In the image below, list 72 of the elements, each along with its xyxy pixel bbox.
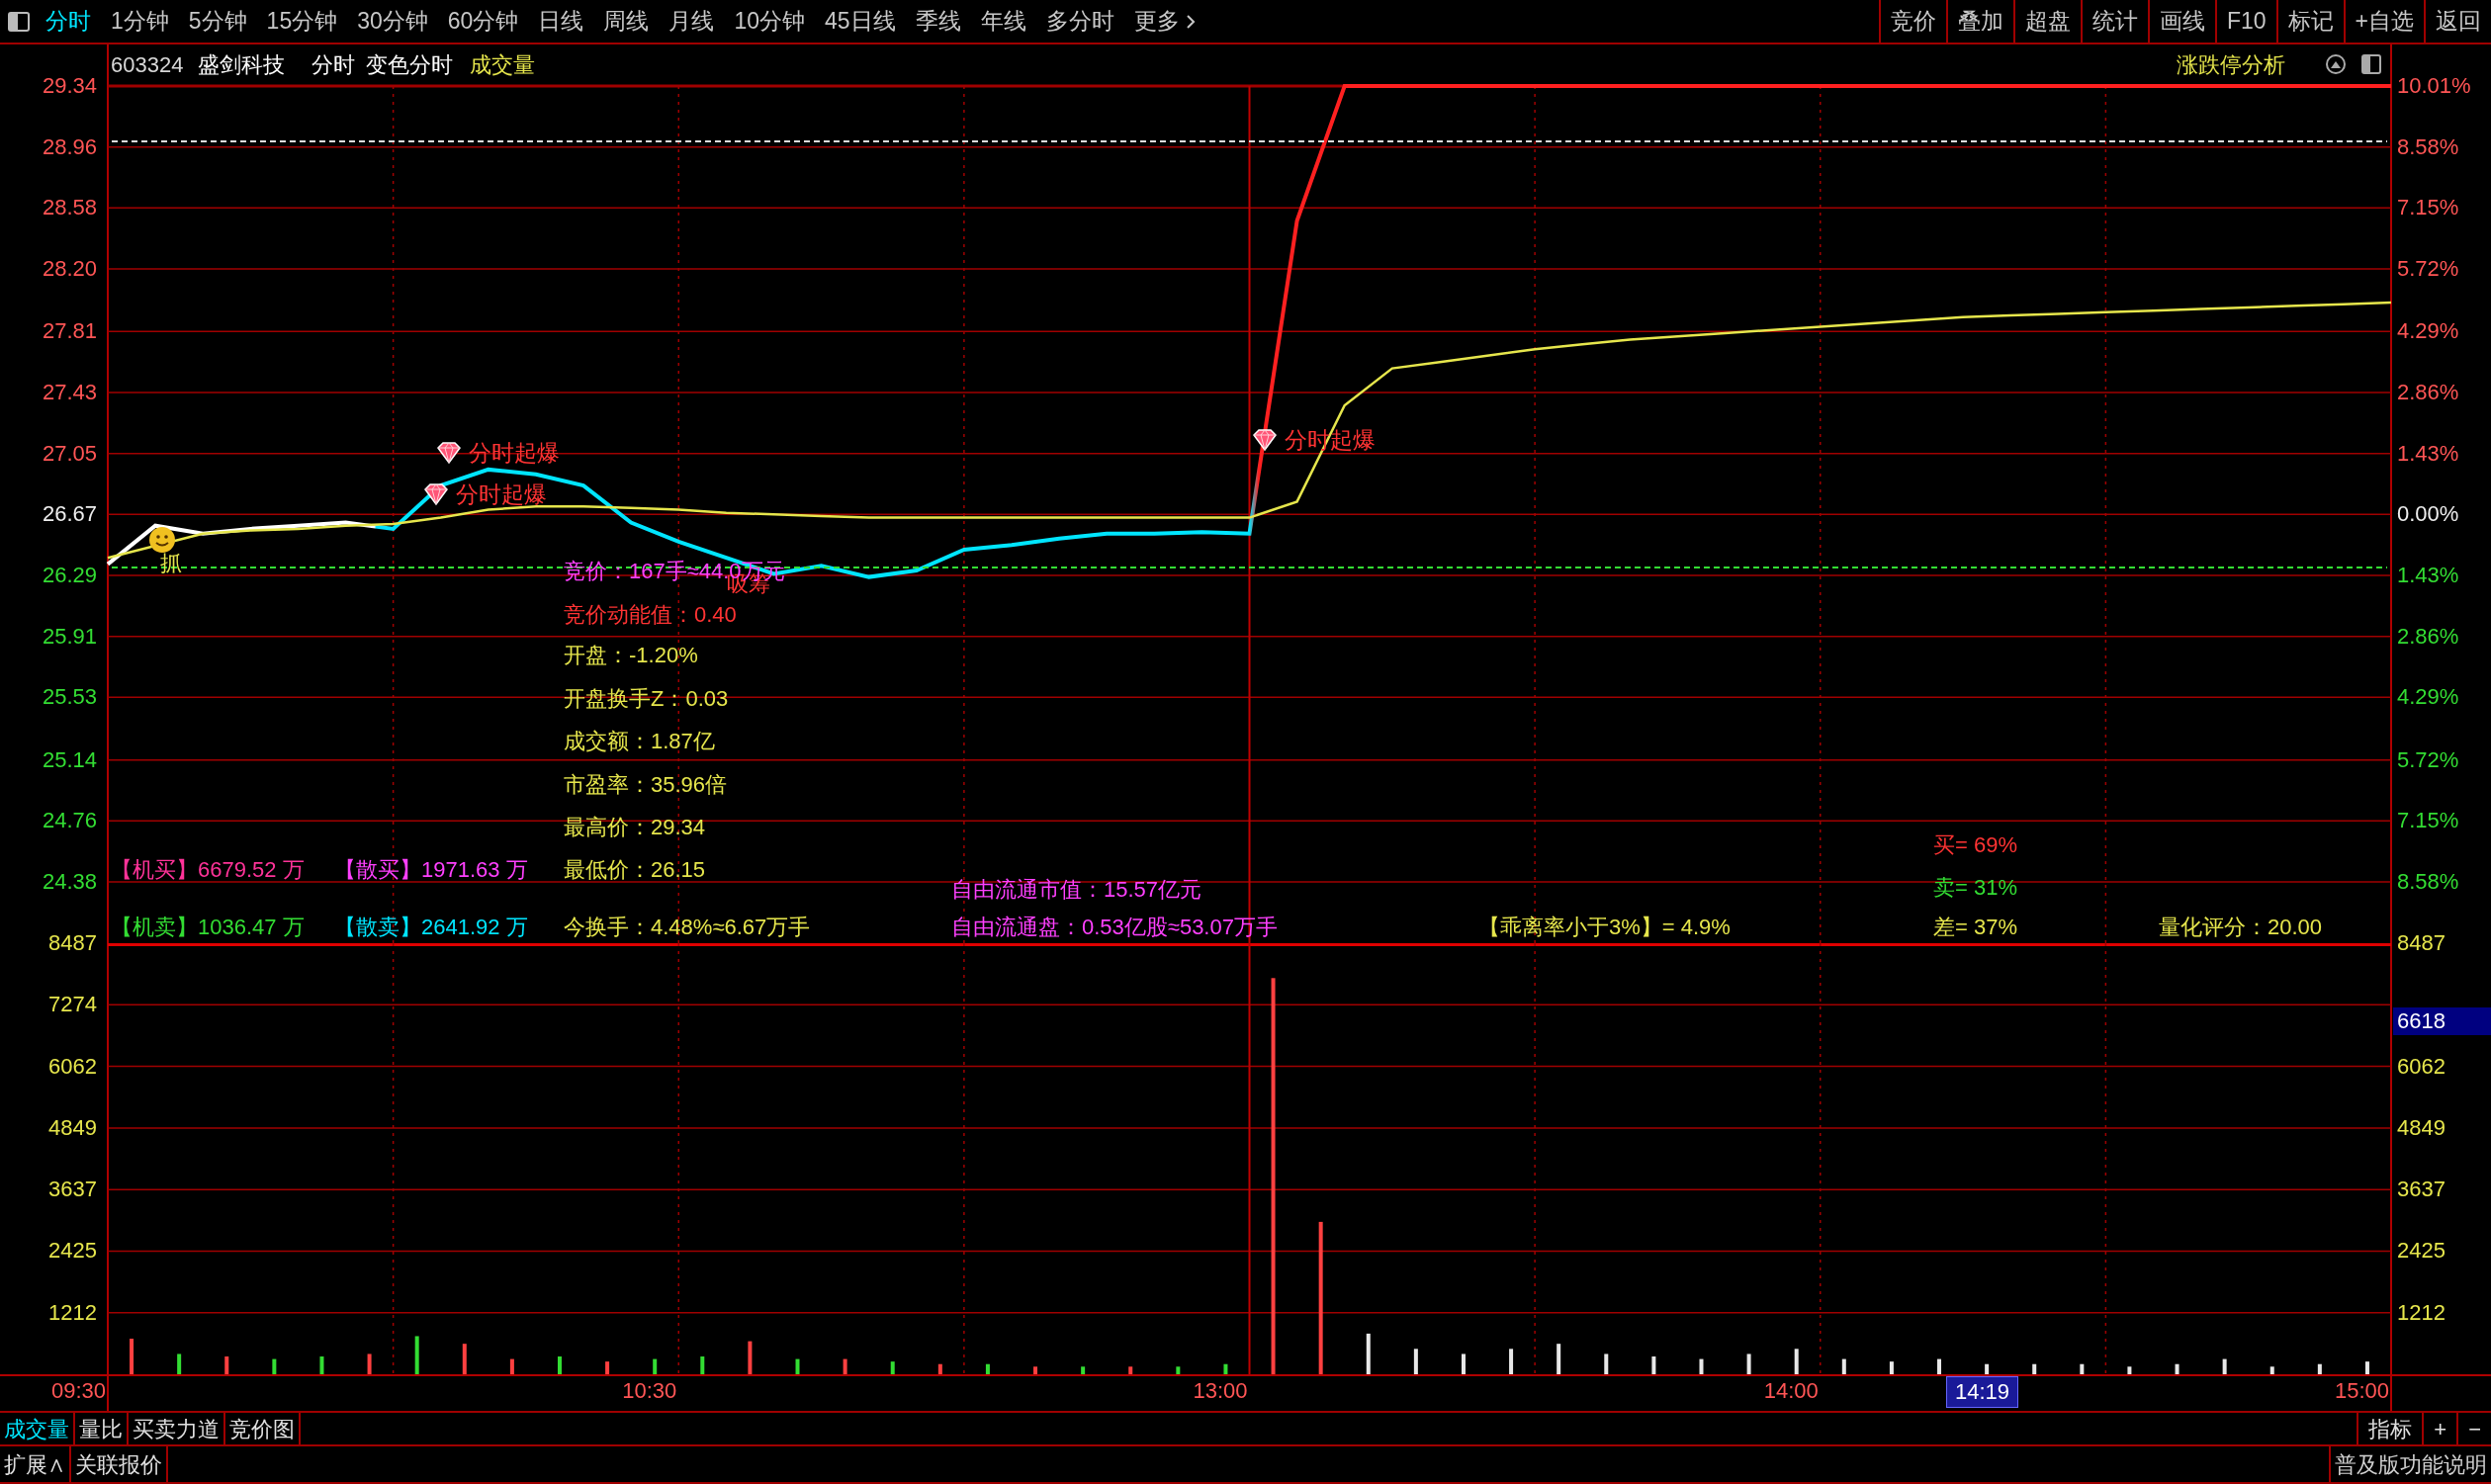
info-text: 成交额：1.87亿 (564, 730, 715, 753)
volume-axis-label: 8487 (2397, 931, 2446, 955)
percent-axis-label: 2.86% (2397, 381, 2459, 404)
price-axis-label: 28.20 (41, 257, 97, 281)
volume-axis-label: 4849 (2397, 1115, 2446, 1140)
price-axis-label: 27.05 (41, 441, 97, 466)
time-axis-label: 10:30 (621, 1377, 677, 1405)
ratio-text: 买= 69% (1933, 833, 2017, 857)
percent-axis-label: 5.72% (2397, 257, 2459, 281)
volume-axis-label: 1212 (47, 1300, 97, 1325)
deviation-text: 【乖离率小于3%】= 4.9% (1478, 916, 1731, 939)
percent-axis-label: 8.58% (2397, 870, 2459, 894)
volume-axis-label: 4849 (47, 1115, 97, 1140)
percent-axis-label: 0.00% (2397, 502, 2459, 527)
time-axis-label: 09:30 (49, 1377, 106, 1405)
float-text: 自由流通市值：15.57亿元 (951, 878, 1202, 902)
volume-axis-label: 2425 (2397, 1239, 2446, 1264)
cursor-time-label: 14:19 (1946, 1376, 2019, 1408)
info-text: 最低价：26.15 (564, 858, 706, 882)
score-text: 量化评分：20.00 (2159, 916, 2323, 939)
volume-axis-label: 6062 (2397, 1054, 2446, 1079)
volume-axis-label: 8487 (47, 931, 97, 955)
flow-text: 【机卖】1036.47 万 (111, 916, 305, 939)
price-axis-label: 24.76 (41, 809, 97, 833)
percent-axis-label: 8.58% (2397, 134, 2459, 159)
percent-axis-label: 4.29% (2397, 319, 2459, 344)
info-text: 最高价：29.34 (564, 816, 706, 839)
flow-text: 【机买】6679.52 万 (111, 858, 305, 882)
volume-axis-label: 2425 (47, 1239, 97, 1264)
indicator-label: 成交量 (470, 53, 535, 77)
info-text: 竞价动能值：0.40 (564, 603, 737, 627)
percent-axis-label: 2.86% (2397, 624, 2459, 649)
price-axis-label: 27.43 (41, 381, 97, 404)
volume-axis-label: 6062 (47, 1054, 97, 1079)
percent-axis-label: 10.01% (2397, 74, 2471, 98)
flow-text: 【散买】1971.63 万 (334, 858, 528, 882)
time-axis-label: 15:00 (2333, 1377, 2389, 1405)
price-axis-label: 26.29 (41, 564, 97, 587)
percent-axis-label: 5.72% (2397, 747, 2459, 772)
price-axis-label: 28.58 (41, 196, 97, 220)
stock-code: 603324 (111, 53, 184, 77)
percent-axis-label: 7.15% (2397, 809, 2459, 833)
percent-axis-label: 7.15% (2397, 196, 2459, 220)
volume-axis-label: 3637 (47, 1178, 97, 1202)
price-axis-label: 26.67 (41, 502, 97, 527)
price-axis-label: 25.91 (41, 624, 97, 649)
percent-axis-label: 1.43% (2397, 564, 2459, 587)
volume-axis-label: 1212 (2397, 1300, 2446, 1325)
stock-name: 盛剑科技 (198, 53, 285, 77)
info-text: 今换手：4.48%≈6.67万手 (564, 916, 811, 939)
mode-label: 分时 (311, 53, 355, 77)
volume-axis-label: 3637 (2397, 1178, 2446, 1202)
price-axis-label: 24.38 (41, 870, 97, 894)
percent-axis-label: 4.29% (2397, 685, 2459, 710)
info-text: 开盘：-1.20% (564, 644, 698, 667)
mode-label: 变色分时 (366, 53, 453, 77)
cursor-value-label: 6618 (2393, 1007, 2491, 1035)
flow-text: 【散卖】2641.92 万 (334, 916, 528, 939)
info-text: 市盈率：35.96倍 (564, 773, 728, 797)
price-axis-label: 27.81 (41, 319, 97, 344)
time-axis-label: 14:00 (1762, 1377, 1819, 1405)
volume-axis-label: 7274 (47, 993, 97, 1017)
price-axis-label: 25.53 (41, 685, 97, 710)
ratio-text: 卖= 31% (1933, 876, 2017, 900)
ratio-text: 差= 37% (1933, 916, 2017, 939)
signal-label: 分时起爆 (456, 482, 547, 506)
time-axis-label: 13:00 (1192, 1377, 1248, 1405)
marker-label: 抓 (160, 552, 182, 575)
price-axis-label: 28.96 (41, 134, 97, 159)
price-axis-label: 25.14 (41, 747, 97, 772)
price-axis-label: 29.34 (41, 74, 97, 98)
percent-axis-label: 1.43% (2397, 441, 2459, 466)
